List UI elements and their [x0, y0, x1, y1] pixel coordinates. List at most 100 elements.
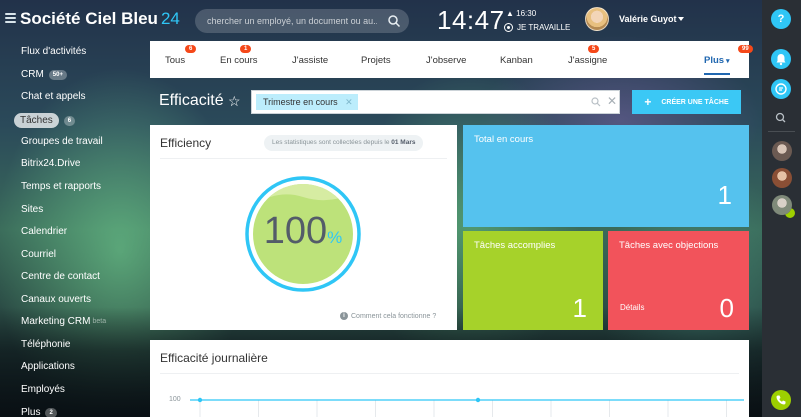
- help-icon[interactable]: ?: [771, 9, 791, 29]
- filter-bar[interactable]: Trimestre en cours ✕ ✕: [251, 90, 620, 114]
- efficiency-gauge: 100%: [244, 175, 362, 293]
- divider: [160, 158, 447, 159]
- sidebar-item[interactable]: Employés: [21, 384, 65, 395]
- tile-objections[interactable]: Tâches avec objections Détails 0: [608, 231, 749, 330]
- sidebar-item-label: Canaux ouverts: [21, 294, 92, 305]
- chevron-down-icon[interactable]: [678, 17, 684, 21]
- tab-item[interactable]: Tous: [165, 55, 185, 66]
- beta-tag: beta: [92, 318, 107, 325]
- tab-badge: 6: [185, 45, 197, 53]
- tab-item[interactable]: Projets: [361, 55, 391, 66]
- sidebar-item-label: Groupes de travail: [21, 136, 103, 147]
- how-it-works-link[interactable]: i Comment cela fonctionne ?: [340, 312, 436, 320]
- tile-completed[interactable]: Tâches accomplies 1: [463, 231, 603, 330]
- sidebar-item[interactable]: Canaux ouverts: [21, 294, 91, 305]
- clear-icon[interactable]: ✕: [607, 94, 617, 108]
- sidebar-item-label: Chat et appels: [21, 91, 86, 102]
- tab-label: Tous: [165, 55, 186, 66]
- sidebar-item[interactable]: Marketing CRM beta: [21, 316, 106, 327]
- sidebar-item[interactable]: Groupes de travail: [21, 136, 103, 147]
- search-icon[interactable]: [387, 14, 401, 28]
- sidebar-item-label: Marketing CRM: [21, 316, 91, 327]
- tab-item[interactable]: En cours: [220, 55, 258, 66]
- search-input[interactable]: [207, 13, 377, 29]
- info-icon: i: [340, 312, 348, 320]
- sidebar-item[interactable]: Sites: [21, 204, 43, 215]
- sidebar-item-label: Téléphonie: [21, 339, 71, 350]
- sidebar-item[interactable]: Bitrix24.Drive: [21, 158, 80, 169]
- hamburger-menu-icon[interactable]: [5, 13, 16, 23]
- data-point: [475, 397, 481, 403]
- sidebar-item[interactable]: Centre de contact: [21, 271, 100, 282]
- tab-label: Plus: [704, 55, 725, 66]
- sidebar-item[interactable]: Applications: [21, 361, 75, 372]
- top-header: Société Ciel Bleu24 14:47 ▲ 16:30 JE TRA…: [0, 0, 762, 40]
- sidebar-item-label: Courriel: [21, 249, 57, 260]
- tab-label: Projets: [361, 55, 391, 66]
- divider: [160, 373, 739, 374]
- company-name: Société Ciel Bleu: [20, 9, 158, 28]
- details-link[interactable]: Détails: [620, 303, 644, 312]
- user-avatar[interactable]: [585, 7, 609, 31]
- stats-note-date: 01 Mars: [391, 139, 416, 146]
- company-title[interactable]: Société Ciel Bleu 24: [20, 9, 180, 29]
- sidebar-item-label: Employés: [21, 384, 65, 395]
- user-name[interactable]: Valérie Guyot: [619, 14, 677, 24]
- sidebar-item[interactable]: Plus 2: [21, 407, 57, 417]
- contact-avatar[interactable]: [772, 168, 792, 188]
- contact-avatar[interactable]: [772, 141, 792, 161]
- sidebar-item[interactable]: Téléphonie: [21, 339, 70, 350]
- tab-item[interactable]: J'assigne: [568, 55, 607, 66]
- tab-item[interactable]: J'observe: [426, 55, 466, 66]
- plus-icon: +: [644, 95, 652, 109]
- search-icon[interactable]: [591, 97, 601, 107]
- phone-icon[interactable]: [771, 390, 791, 410]
- stats-note: Les statistiques sont collectées depuis …: [264, 135, 424, 151]
- sidebar-item[interactable]: Flux d'activités: [21, 46, 86, 57]
- search-icon[interactable]: [771, 108, 791, 128]
- create-task-button[interactable]: + CRÉER UNE TÂCHE: [632, 90, 741, 114]
- sidebar-item-label: Flux d'activités: [21, 46, 87, 57]
- sidebar-item[interactable]: Temps et rapports: [21, 181, 101, 192]
- sidebar-item[interactable]: Courriel: [21, 249, 56, 260]
- clock-time[interactable]: 14:47: [437, 5, 505, 36]
- work-status[interactable]: JE TRAVAILLE: [504, 23, 570, 32]
- tab-label: En cours: [220, 55, 258, 66]
- tile-total-in-progress[interactable]: Total en cours 1: [463, 125, 749, 227]
- sidebar-item[interactable]: CRM 50+: [21, 69, 67, 80]
- filter-chip-label: Trimestre en cours: [263, 97, 338, 107]
- how-it-works-label: Comment cela fonctionne ?: [351, 312, 437, 320]
- tab-label: Kanban: [500, 55, 533, 66]
- create-task-label: CRÉER UNE TÂCHE: [661, 98, 729, 106]
- company-number: 24: [160, 9, 180, 28]
- filter-chip[interactable]: Trimestre en cours ✕: [256, 94, 358, 110]
- daily-chart: [190, 397, 744, 417]
- contact-avatar[interactable]: [772, 195, 792, 215]
- chart-grid: [199, 400, 727, 417]
- tab-label: J'observe: [426, 55, 467, 66]
- sidebar-item-label: Sites: [21, 204, 44, 215]
- page-title: Efficacité: [159, 92, 224, 109]
- work-status-label: JE TRAVAILLE: [517, 23, 571, 32]
- tab-item[interactable]: Kanban: [500, 55, 533, 66]
- sidebar-item-label: Centre de contact: [21, 271, 100, 282]
- gauge-unit: %: [327, 228, 343, 247]
- alarm-value: 16:30: [516, 9, 537, 18]
- tile-title: Tâches avec objections: [619, 240, 719, 251]
- star-icon[interactable]: ☆: [228, 93, 241, 110]
- tab-item[interactable]: J'assiste: [292, 55, 328, 66]
- gauge-number: 100: [263, 210, 328, 252]
- sidebar-item[interactable]: Tâches 6: [14, 113, 76, 128]
- stats-note-text: Les statistiques sont collectées depuis …: [272, 139, 390, 146]
- tab-item[interactable]: Plus ▾: [704, 55, 730, 75]
- sidebar-item[interactable]: Chat et appels: [21, 91, 86, 102]
- tab-label: J'assigne: [568, 55, 608, 66]
- sidebar-item-label: Applications: [21, 361, 75, 372]
- bell-icon[interactable]: [771, 49, 791, 69]
- sidebar-item-label: Calendrier: [21, 226, 68, 237]
- close-icon[interactable]: ✕: [345, 94, 353, 110]
- chat-icon[interactable]: [771, 79, 791, 99]
- sidebar-item[interactable]: Calendrier: [21, 226, 67, 237]
- sidebar-item-label: CRM: [21, 69, 44, 80]
- daily-title: Efficacité journalière: [160, 351, 268, 365]
